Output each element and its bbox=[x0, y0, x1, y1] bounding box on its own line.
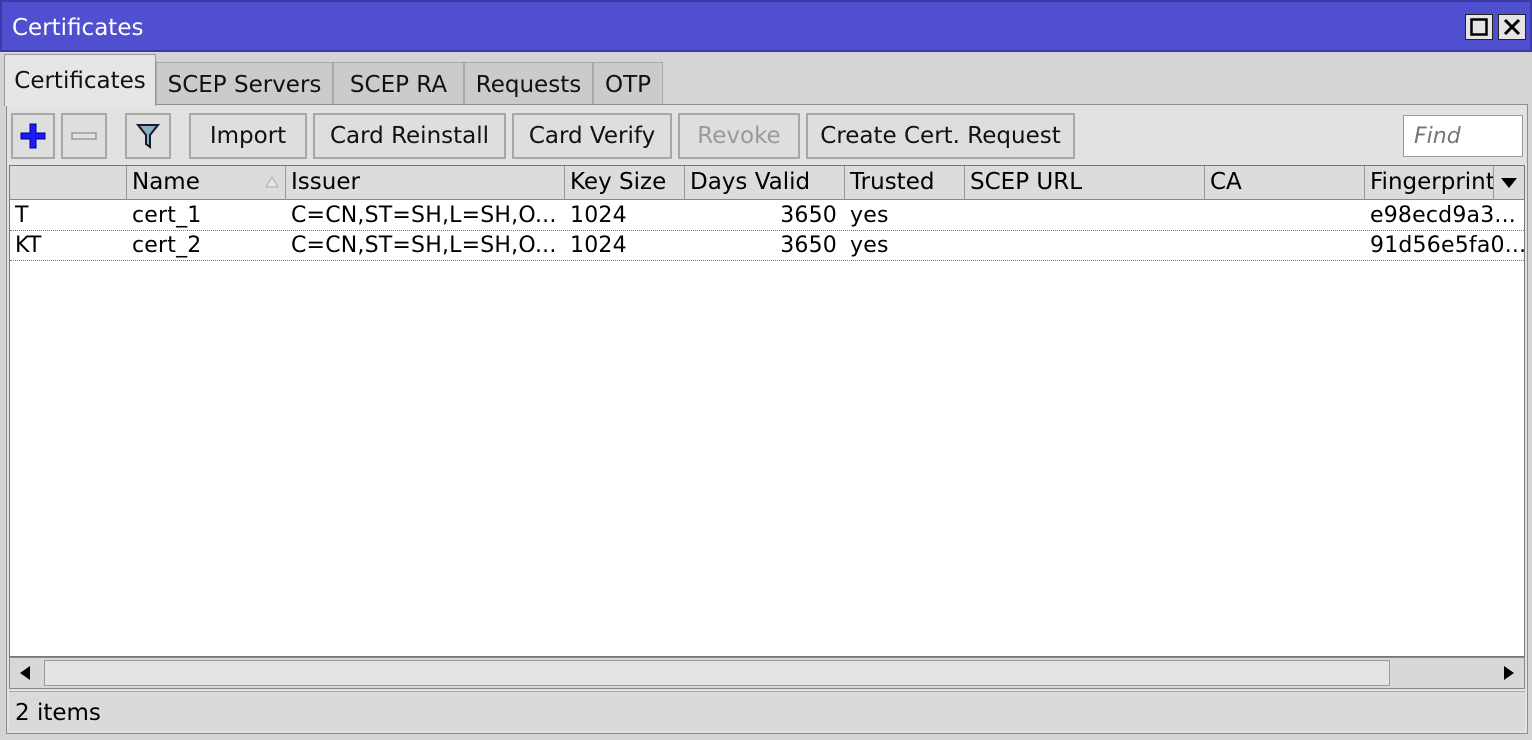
create-cert-request-button[interactable]: Create Cert. Request bbox=[806, 113, 1075, 159]
column-header-label: Name bbox=[132, 169, 200, 195]
chevron-down-icon bbox=[1501, 178, 1517, 188]
cell-key-size: 1024 bbox=[570, 233, 627, 258]
cell-issuer: C=CN,ST=SH,L=SH,O... bbox=[291, 233, 557, 258]
sort-ascending-icon bbox=[265, 176, 279, 188]
remove-icon bbox=[71, 132, 97, 140]
column-header-name[interactable]: Name bbox=[127, 166, 286, 200]
tab-certificates[interactable]: Certificates bbox=[4, 54, 156, 106]
column-header-days-valid[interactable]: Days Valid bbox=[685, 166, 845, 200]
cell-scep-url bbox=[965, 201, 1205, 231]
certificates-table: Name Issuer Key Size Days Valid Trusted … bbox=[9, 165, 1525, 657]
title-bar[interactable]: Certificates bbox=[0, 0, 1532, 52]
tab-otp[interactable]: OTP bbox=[593, 62, 663, 106]
certificates-window: Certificates Certificates SCEP Servers S… bbox=[0, 0, 1532, 740]
cell-name: cert_1 bbox=[132, 203, 202, 228]
column-header-scep-url[interactable]: SCEP URL bbox=[965, 166, 1205, 200]
card-reinstall-button[interactable]: Card Reinstall bbox=[313, 113, 506, 159]
find-input[interactable] bbox=[1403, 115, 1523, 157]
column-header-ca[interactable]: CA bbox=[1205, 166, 1365, 200]
cell-scep-url bbox=[965, 231, 1205, 261]
scroll-right-button[interactable] bbox=[1494, 658, 1524, 688]
column-header-trusted[interactable]: Trusted bbox=[845, 166, 965, 200]
tab-scep-servers[interactable]: SCEP Servers bbox=[156, 62, 333, 106]
cell-trusted: yes bbox=[850, 233, 889, 258]
tab-scep-ra[interactable]: SCEP RA bbox=[333, 62, 464, 106]
cell-flags: KT bbox=[15, 233, 42, 258]
column-header-key-size[interactable]: Key Size bbox=[565, 166, 685, 200]
tab-requests[interactable]: Requests bbox=[464, 62, 593, 106]
maximize-icon bbox=[1470, 18, 1488, 36]
item-count: 2 items bbox=[15, 700, 101, 726]
cell-ca bbox=[1205, 201, 1365, 231]
revoke-button[interactable]: Revoke bbox=[678, 113, 800, 159]
cell-ca bbox=[1205, 231, 1365, 261]
cell-fingerprint: e98ecd9a3... bbox=[1370, 203, 1516, 228]
horizontal-scrollbar[interactable] bbox=[9, 657, 1525, 689]
cell-trusted: yes bbox=[850, 203, 889, 228]
remove-button[interactable] bbox=[61, 113, 107, 159]
arrow-right-icon bbox=[1504, 666, 1514, 680]
close-button[interactable] bbox=[1498, 14, 1526, 40]
column-header-flags[interactable] bbox=[10, 166, 127, 200]
cell-flags: T bbox=[15, 203, 29, 228]
close-icon bbox=[1503, 18, 1521, 36]
cell-days-valid: 3650 bbox=[780, 203, 837, 228]
cell-fingerprint: 91d56e5fa0... bbox=[1370, 233, 1524, 258]
scrollbar-thumb[interactable] bbox=[44, 660, 1390, 686]
cell-issuer: C=CN,ST=SH,L=SH,O... bbox=[291, 203, 557, 228]
certificates-panel: Import Card Reinstall Card Verify Revoke… bbox=[6, 104, 1528, 734]
cell-days-valid: 3650 bbox=[780, 233, 837, 258]
table-row[interactable]: T cert_1 C=CN,ST=SH,L=SH,O... 1024 3650 … bbox=[10, 201, 1524, 231]
card-verify-button[interactable]: Card Verify bbox=[512, 113, 672, 159]
arrow-left-icon bbox=[20, 666, 30, 680]
column-menu-button[interactable] bbox=[1494, 166, 1524, 200]
window-title: Certificates bbox=[12, 15, 144, 41]
status-bar: 2 items bbox=[9, 691, 1525, 731]
table-header: Name Issuer Key Size Days Valid Trusted … bbox=[10, 166, 1524, 200]
cell-key-size: 1024 bbox=[570, 203, 627, 228]
add-button[interactable] bbox=[11, 113, 55, 159]
column-header-issuer[interactable]: Issuer bbox=[286, 166, 565, 200]
table-row[interactable]: KT cert_2 C=CN,ST=SH,L=SH,O... 1024 3650… bbox=[10, 231, 1524, 261]
column-header-fingerprint[interactable]: Fingerprint bbox=[1365, 166, 1494, 200]
scroll-left-button[interactable] bbox=[10, 658, 40, 688]
cell-name: cert_2 bbox=[132, 233, 202, 258]
import-button[interactable]: Import bbox=[189, 113, 307, 159]
filter-button[interactable] bbox=[125, 113, 171, 159]
add-icon bbox=[20, 123, 46, 149]
filter-icon bbox=[136, 124, 160, 149]
maximize-button[interactable] bbox=[1465, 14, 1493, 40]
